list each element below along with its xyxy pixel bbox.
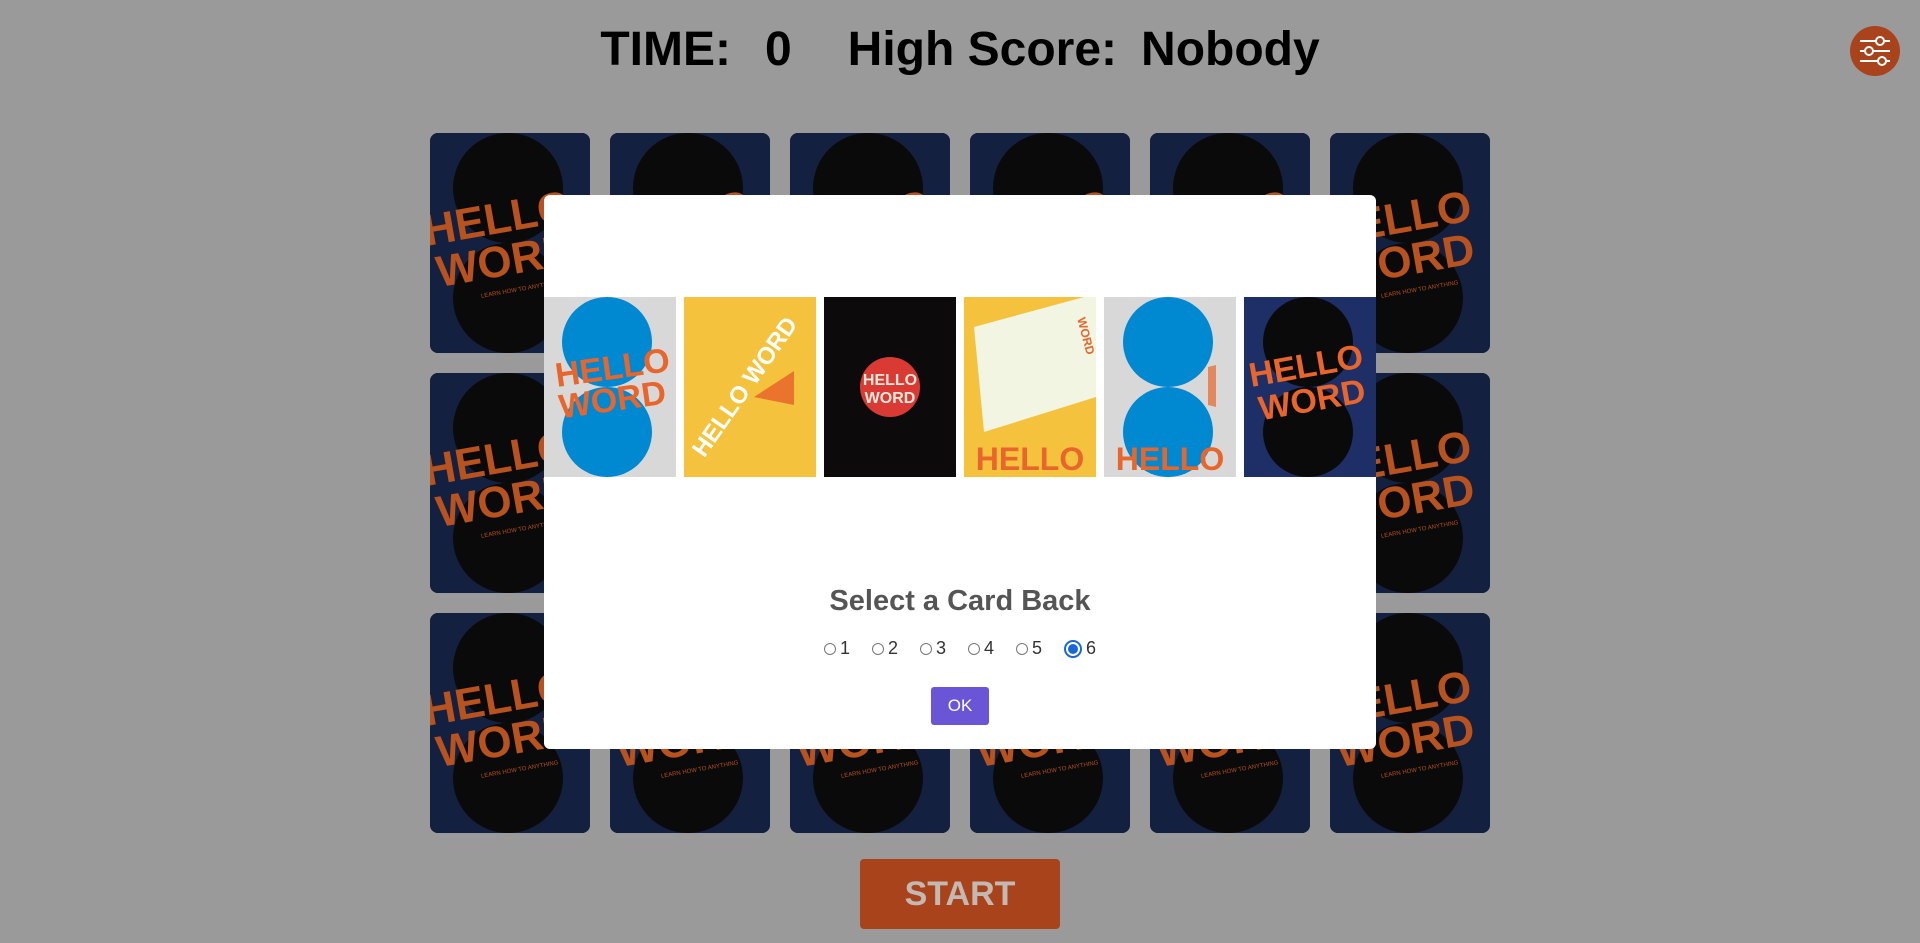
svg-text:HELLO: HELLO	[976, 441, 1084, 477]
radio-option-6[interactable]: 6	[1064, 638, 1096, 659]
radio-button[interactable]	[1016, 642, 1029, 655]
svg-text:HELLO: HELLO	[863, 372, 917, 389]
radio-option-2[interactable]: 2	[871, 638, 898, 659]
svg-text:WORD: WORD	[865, 390, 916, 407]
card-back-preview-2[interactable]: HELLO WORD	[684, 297, 816, 477]
card-back-preview-6[interactable]: HELLO WORD	[1244, 297, 1376, 477]
card-back-preview-4[interactable]: WORD HELLO	[964, 297, 1096, 477]
card-back-preview-5[interactable]: HELLO	[1104, 297, 1236, 477]
ok-button[interactable]: OK	[931, 687, 989, 725]
radio-button[interactable]	[871, 642, 884, 655]
radio-option-1[interactable]: 1	[823, 638, 850, 659]
radio-option-4[interactable]: 4	[968, 638, 994, 659]
radio-option-3[interactable]: 3	[919, 638, 946, 659]
card-back-previews: HELLO WORD HELLO WORD HELLO WORD WORD HE…	[544, 297, 1376, 477]
card-back-modal: HELLO WORD HELLO WORD HELLO WORD WORD HE…	[544, 195, 1376, 749]
radio-option-5[interactable]: 5	[1016, 638, 1042, 659]
radio-button[interactable]	[823, 642, 836, 655]
radio-button-selected[interactable]	[1064, 639, 1083, 658]
modal-title: Select a Card Back	[829, 585, 1091, 617]
radio-button[interactable]	[968, 642, 980, 655]
card-back-options: 1 2 3 4 5 6	[544, 638, 1376, 659]
card-back-preview-1[interactable]: HELLO WORD	[544, 297, 676, 477]
radio-button[interactable]	[919, 642, 932, 655]
svg-text:HELLO: HELLO	[1116, 441, 1224, 477]
card-back-preview-3[interactable]: HELLO WORD	[824, 297, 956, 477]
